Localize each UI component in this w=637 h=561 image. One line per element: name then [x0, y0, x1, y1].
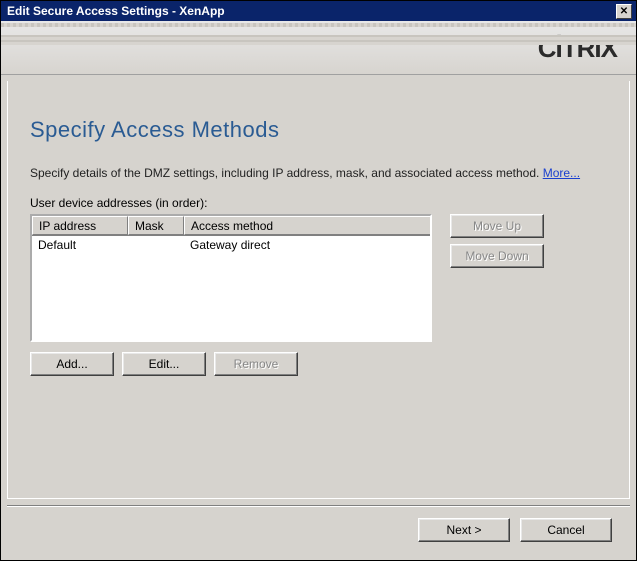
citrix-logo: CİTRIX: [538, 33, 622, 64]
cell-mask: [128, 244, 184, 246]
cancel-button[interactable]: Cancel: [520, 518, 612, 542]
col-mask[interactable]: Mask: [128, 216, 184, 235]
content-area: Specify Access Methods Specify details o…: [7, 81, 630, 499]
address-listview[interactable]: IP address Mask Access method Default Ga…: [30, 214, 432, 342]
close-icon: ✕: [620, 6, 628, 17]
logo-dot-icon: [618, 36, 622, 40]
add-button[interactable]: Add...: [30, 352, 114, 376]
cell-method: Gateway direct: [184, 237, 430, 253]
reorder-buttons: Move Up Move Down: [450, 214, 544, 268]
next-button[interactable]: Next >: [418, 518, 510, 542]
cell-ip: Default: [32, 237, 128, 253]
wizard-footer: Next > Cancel: [7, 505, 630, 554]
list-action-row: Add... Edit... Remove: [30, 352, 607, 376]
move-down-button[interactable]: Move Down: [450, 244, 544, 268]
col-method[interactable]: Access method: [184, 216, 430, 235]
table-row[interactable]: Default Gateway direct: [32, 236, 430, 254]
page-title: Specify Access Methods: [30, 117, 607, 143]
listview-header: IP address Mask Access method: [32, 216, 430, 236]
edit-button[interactable]: Edit...: [122, 352, 206, 376]
description-text: Specify details of the DMZ settings, inc…: [30, 166, 539, 180]
window-title: Edit Secure Access Settings - XenApp: [5, 4, 225, 18]
header-banner: CİTRIX: [1, 21, 636, 75]
dialog-window: Edit Secure Access Settings - XenApp ✕ C…: [0, 0, 637, 561]
move-up-button[interactable]: Move Up: [450, 214, 544, 238]
list-label: User device addresses (in order):: [30, 196, 607, 210]
list-row-area: IP address Mask Access method Default Ga…: [30, 214, 607, 342]
title-bar: Edit Secure Access Settings - XenApp ✕: [1, 1, 636, 21]
page-description: Specify details of the DMZ settings, inc…: [30, 165, 607, 182]
close-button[interactable]: ✕: [616, 4, 632, 19]
col-ip[interactable]: IP address: [32, 216, 128, 235]
remove-button[interactable]: Remove: [214, 352, 298, 376]
more-link[interactable]: More...: [543, 166, 580, 180]
